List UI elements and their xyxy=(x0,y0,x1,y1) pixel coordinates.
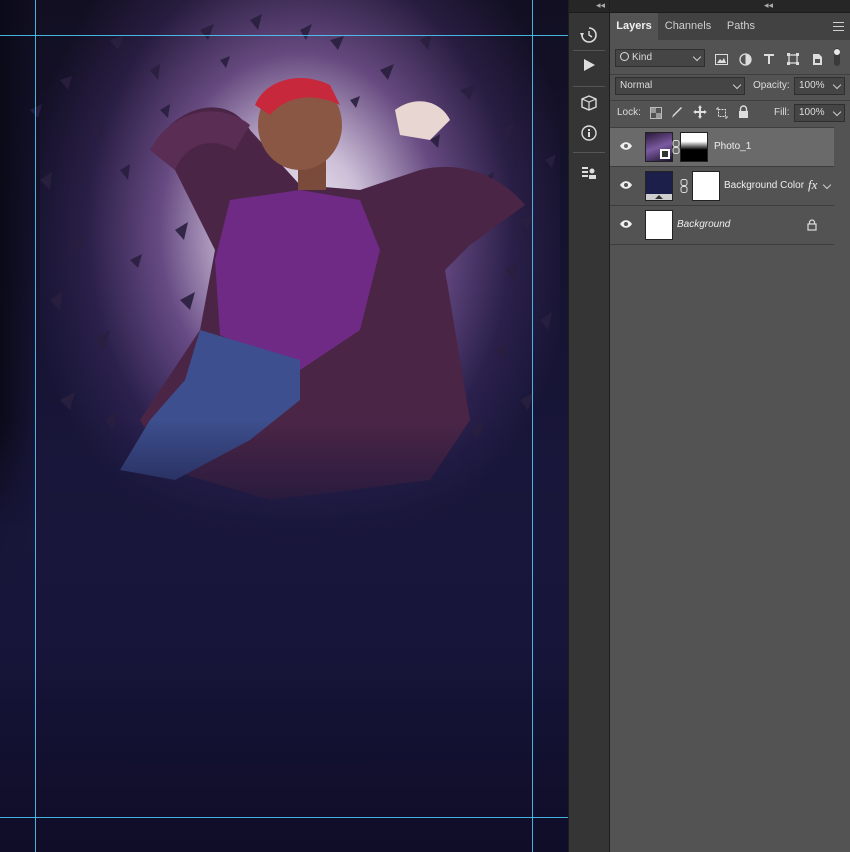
smart-object-badge-icon xyxy=(660,149,670,159)
lock-label: Lock: xyxy=(617,107,641,118)
layer-name[interactable]: Photo_1 xyxy=(714,141,751,152)
lock-artboard-icon[interactable] xyxy=(716,106,728,124)
layer-row-background[interactable]: Background xyxy=(610,206,834,245)
info-icon[interactable] xyxy=(578,122,600,144)
layers-scrollbar[interactable] xyxy=(834,127,850,852)
layer-name[interactable]: Background Color xyxy=(724,180,804,191)
tab-channels[interactable]: Channels xyxy=(658,13,718,40)
stamp-icon[interactable] xyxy=(578,162,600,184)
play-icon[interactable] xyxy=(578,54,600,76)
opacity-field[interactable]: 100% xyxy=(794,77,845,95)
guide-horizontal-top[interactable] xyxy=(0,35,568,36)
panel-menu-icon[interactable] xyxy=(833,22,844,31)
fill-indicator-icon xyxy=(646,194,672,200)
lock-icon[interactable] xyxy=(807,219,817,231)
bottom-gradient-fade xyxy=(0,420,568,852)
document-canvas[interactable] xyxy=(0,0,568,852)
mask-link-icon[interactable] xyxy=(672,140,680,154)
layer-mask-thumbnail[interactable] xyxy=(692,171,720,201)
history-brush-icon[interactable] xyxy=(578,24,600,46)
tool-divider xyxy=(573,86,605,87)
tab-layers[interactable]: Layers xyxy=(610,13,658,40)
blend-mode-dropdown[interactable]: Normal xyxy=(615,77,745,95)
filter-toggle-icon[interactable] xyxy=(832,47,842,67)
eye-visibility-icon[interactable] xyxy=(619,219,633,229)
lock-paint-icon[interactable] xyxy=(671,106,683,124)
tool-divider xyxy=(573,50,605,51)
panel-tabs: Layers Channels Paths xyxy=(610,13,850,40)
layer-name[interactable]: Background xyxy=(677,219,730,230)
guide-vertical-right[interactable] xyxy=(532,0,533,852)
chevron-down-icon xyxy=(832,107,842,117)
fx-icon[interactable]: fx xyxy=(808,177,817,193)
dock-collapse-bar[interactable]: ◂◂ xyxy=(569,0,609,13)
type-filter-icon[interactable] xyxy=(762,52,776,66)
fill-label: Fill: xyxy=(774,107,790,118)
panel-dock-strip: ◂◂ xyxy=(568,0,610,852)
chevron-down-icon xyxy=(732,80,742,90)
layers-panel: ◂◂ Layers Channels Paths Kind Normal Opa… xyxy=(610,0,850,852)
eye-visibility-icon[interactable] xyxy=(619,141,633,151)
guide-vertical-left[interactable] xyxy=(35,0,36,852)
fill-field[interactable]: 100% xyxy=(794,104,845,122)
layer-thumbnail xyxy=(645,210,673,240)
image-filter-icon[interactable] xyxy=(714,52,728,66)
fill-layer-thumbnail[interactable] xyxy=(645,171,673,201)
layer-row-background-color[interactable]: Background Color fx xyxy=(610,167,834,206)
tool-divider xyxy=(573,152,605,153)
smart-object-filter-icon[interactable] xyxy=(810,52,824,66)
mask-link-icon[interactable] xyxy=(680,179,688,193)
expand-effects-chevron-icon[interactable] xyxy=(822,180,832,190)
layer-row-photo-1[interactable]: Photo_1 xyxy=(610,128,834,167)
guide-horizontal-bottom[interactable] xyxy=(0,817,568,818)
opacity-label: Opacity: xyxy=(753,80,790,91)
search-icon xyxy=(620,52,629,61)
layer-mask-thumbnail[interactable] xyxy=(680,132,708,162)
lock-all-icon[interactable] xyxy=(738,105,749,123)
layer-thumbnail xyxy=(645,132,673,162)
chevron-down-icon xyxy=(692,52,702,62)
lock-position-icon[interactable] xyxy=(693,105,707,124)
layer-filter-dropdown[interactable]: Kind xyxy=(615,49,705,67)
lock-transparent-icon[interactable] xyxy=(650,106,662,124)
chevron-down-icon xyxy=(832,80,842,90)
shape-filter-icon[interactable] xyxy=(786,52,800,66)
3d-cube-icon[interactable] xyxy=(578,92,600,114)
tab-paths[interactable]: Paths xyxy=(718,13,764,40)
adjustment-filter-icon[interactable] xyxy=(738,52,752,66)
panel-collapse-bar[interactable]: ◂◂ xyxy=(610,0,850,13)
eye-visibility-icon[interactable] xyxy=(619,180,633,190)
